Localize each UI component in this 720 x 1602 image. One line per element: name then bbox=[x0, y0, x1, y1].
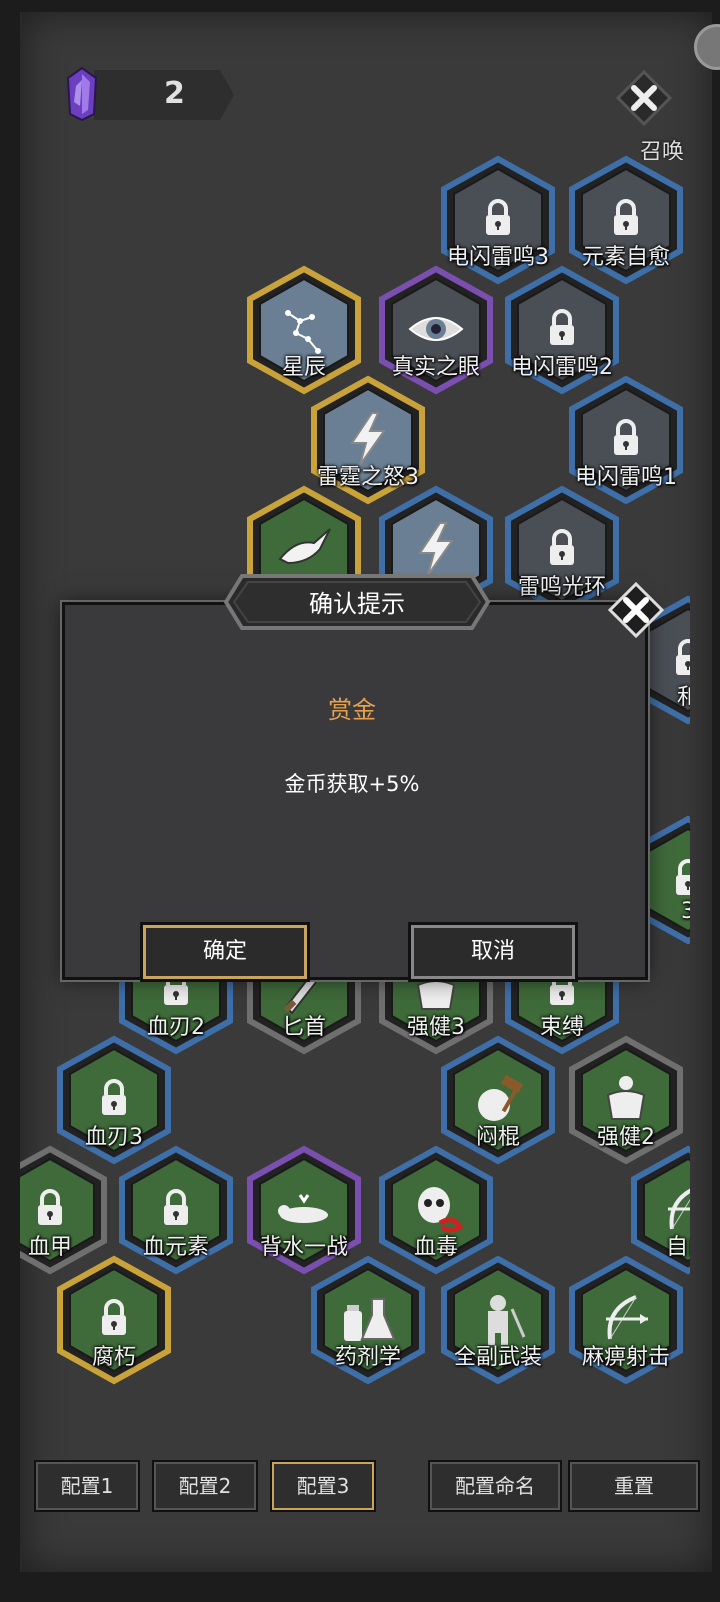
dialog-title-banner: 确认提示 bbox=[222, 572, 492, 632]
dialog-close-icon[interactable] bbox=[608, 582, 664, 638]
reward-description: 金币获取+5% bbox=[284, 772, 420, 796]
reward-name: 赏金 bbox=[328, 696, 376, 724]
confirm-button[interactable]: 确定 bbox=[140, 922, 310, 982]
dialog-title: 确认提示 bbox=[309, 590, 405, 618]
cancel-button[interactable]: 取消 bbox=[408, 922, 578, 982]
